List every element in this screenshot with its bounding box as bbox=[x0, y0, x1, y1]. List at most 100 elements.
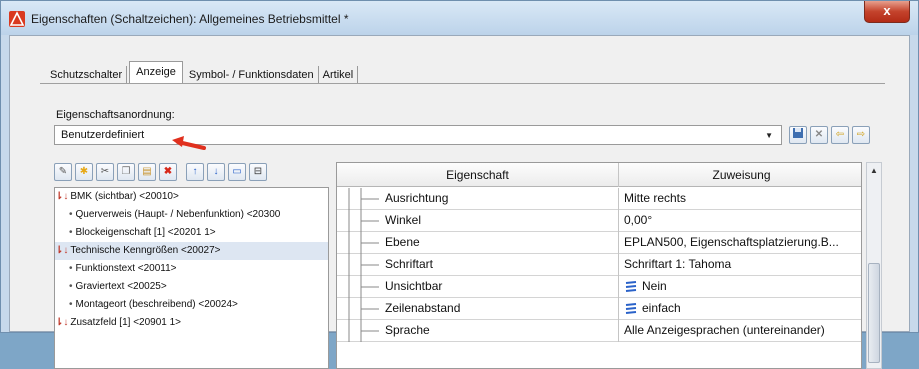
grid-row[interactable]: Unsichtbar Nein bbox=[337, 276, 861, 298]
tree-line-icon bbox=[348, 320, 379, 342]
tree-line-icon bbox=[348, 276, 379, 298]
property-value: Nein bbox=[642, 279, 667, 293]
grid-row[interactable]: Ebene EPLAN500, Eigenschaftsplatzierung.… bbox=[337, 232, 861, 254]
tree-item[interactable]: • Funktionstext <20011> bbox=[55, 260, 328, 278]
property-order-select[interactable]: Benutzerdefiniert ▼ bbox=[54, 125, 782, 145]
property-value[interactable]: 0,00° bbox=[620, 210, 861, 232]
property-tree[interactable]: ⇂↓ BMK (sichtbar) <20010> • Querverweis (H… bbox=[54, 187, 329, 369]
bullet-icon: • bbox=[69, 281, 73, 292]
eplan-app-icon bbox=[9, 11, 25, 27]
arrow-up-icon: ↑ bbox=[192, 166, 198, 177]
tree-item[interactable]: • Querverweis (Haupt- / Nebenfunktion) <2… bbox=[55, 206, 328, 224]
scissors-icon: ✂ bbox=[100, 166, 110, 177]
tree-item[interactable]: ⇂↓ BMK (sichtbar) <20010> bbox=[55, 188, 328, 206]
scroll-thumb[interactable] bbox=[868, 263, 880, 363]
save-icon bbox=[793, 128, 803, 138]
grid-scrollbar[interactable]: ▲ bbox=[866, 162, 882, 369]
import-icon: ⇦ bbox=[835, 129, 845, 140]
copy-button[interactable]: ❐ bbox=[117, 163, 135, 181]
star-icon: ✱ bbox=[79, 166, 89, 177]
bullet-icon: • bbox=[69, 227, 73, 238]
property-name: Schriftart bbox=[385, 257, 434, 271]
property-name: Ausrichtung bbox=[385, 191, 449, 205]
tree-line-icon bbox=[348, 254, 379, 276]
tree-item[interactable]: • Blockeigenschaft [1] <20201 1> bbox=[55, 224, 328, 242]
export-scheme-button[interactable]: ⇨ bbox=[852, 126, 870, 144]
bullet-icon: • bbox=[69, 299, 73, 310]
window-title: Eigenschaften (Schaltzeichen): Allgemein… bbox=[31, 12, 349, 26]
tab-divider bbox=[40, 83, 885, 84]
tree-line-icon bbox=[348, 232, 379, 254]
property-value: einfach bbox=[642, 301, 681, 315]
grid-row[interactable]: Winkel 0,00° bbox=[337, 210, 861, 232]
tree-item[interactable]: • Graviertext <20025> bbox=[55, 278, 328, 296]
tab-symbol-funktionsdaten[interactable]: Symbol- / Funktionsdaten bbox=[185, 66, 319, 84]
copy-icon: ❐ bbox=[121, 166, 131, 177]
format-icon bbox=[625, 280, 637, 292]
title-bar[interactable]: Eigenschaften (Schaltzeichen): Allgemein… bbox=[1, 1, 918, 35]
group-button[interactable]: ▭ bbox=[228, 163, 246, 181]
property-order-label: Eigenschaftsanordnung: bbox=[56, 109, 175, 121]
tree-line-icon bbox=[348, 210, 379, 232]
grid-row[interactable]: Zeilenabstand einfach bbox=[337, 298, 861, 320]
grid-row[interactable]: Schriftart Schriftart 1: Tahoma bbox=[337, 254, 861, 276]
save-scheme-button[interactable] bbox=[789, 126, 807, 144]
annotation-red-arrow-icon bbox=[172, 136, 206, 150]
new-button[interactable]: ✱ bbox=[75, 163, 93, 181]
column-header-property[interactable]: Eigenschaft bbox=[337, 163, 619, 187]
property-value-cell[interactable]: einfach bbox=[620, 298, 861, 320]
delete-icon: ✕ bbox=[814, 129, 824, 140]
tree-line-icon bbox=[348, 188, 379, 210]
property-name: Unsichtbar bbox=[385, 279, 443, 293]
delete-scheme-button[interactable]: ✕ bbox=[810, 126, 828, 144]
property-order-value: Benutzerdefiniert bbox=[61, 129, 145, 141]
arrow-down-icon: ↓ bbox=[213, 166, 219, 177]
delete-red-icon: ✖ bbox=[163, 166, 173, 177]
bullet-icon: • bbox=[69, 263, 73, 274]
property-name: Winkel bbox=[385, 213, 422, 227]
tree-item[interactable]: • Montageort (beschreibend) <20024> bbox=[55, 296, 328, 314]
expand-arrow-icon[interactable]: ⇂↓ bbox=[55, 191, 68, 202]
property-name: Ebene bbox=[385, 235, 420, 249]
tab-schutzschalter[interactable]: Schutzschalter bbox=[46, 66, 128, 84]
grid-row[interactable]: Ausrichtung Mitte rechts bbox=[337, 188, 861, 210]
property-grid[interactable]: Eigenschaft Zuweisung Ausrichtung Mitte … bbox=[336, 162, 862, 369]
bullet-icon: • bbox=[69, 209, 73, 220]
move-down-button[interactable]: ↓ bbox=[207, 163, 225, 181]
tree-line-icon bbox=[348, 298, 379, 320]
edit-button[interactable]: ✎ bbox=[54, 163, 72, 181]
move-up-button[interactable]: ↑ bbox=[186, 163, 204, 181]
tree-item[interactable]: ⇂↓ Zusatzfeld [1] <20901 1> bbox=[55, 314, 328, 332]
tab-artikel[interactable]: Artikel bbox=[319, 66, 359, 84]
ungroup-button[interactable]: ⊟ bbox=[249, 163, 267, 181]
scroll-up-arrow-icon[interactable]: ▲ bbox=[867, 163, 881, 179]
property-value[interactable]: EPLAN500, Eigenschaftsplatzierung.B... bbox=[620, 232, 861, 254]
property-value[interactable]: Alle Anzeigesprachen (untereinander) bbox=[620, 320, 861, 342]
tree-item[interactable]: ⇂↓ Technische Kenngrößen <20027> bbox=[55, 242, 328, 260]
format-icon bbox=[625, 302, 637, 314]
import-scheme-button[interactable]: ⇦ bbox=[831, 126, 849, 144]
paste-icon: ▤ bbox=[142, 166, 152, 177]
grid-header: Eigenschaft Zuweisung bbox=[337, 163, 861, 187]
property-value[interactable]: Mitte rechts bbox=[620, 188, 861, 210]
group-icon: ▭ bbox=[232, 166, 242, 177]
expand-arrow-icon[interactable]: ⇂↓ bbox=[55, 245, 68, 256]
close-button[interactable]: x bbox=[864, 1, 910, 23]
cut-button[interactable]: ✂ bbox=[96, 163, 114, 181]
properties-dialog: Eigenschaften (Schaltzeichen): Allgemein… bbox=[0, 0, 919, 369]
expand-arrow-icon[interactable]: ⇂↓ bbox=[55, 317, 68, 328]
paste-button[interactable]: ▤ bbox=[138, 163, 156, 181]
property-value[interactable]: Schriftart 1: Tahoma bbox=[620, 254, 861, 276]
ungroup-icon: ⊟ bbox=[253, 166, 263, 177]
pencil-icon: ✎ bbox=[58, 166, 68, 177]
property-name: Sprache bbox=[385, 323, 430, 337]
tab-anzeige[interactable]: Anzeige bbox=[129, 61, 183, 84]
tree-toolbar: ✎ ✱ ✂ ❐ ▤ ✖ ↑ ↓ ▭ ⊟ bbox=[54, 163, 267, 185]
grid-row[interactable]: Sprache Alle Anzeigesprachen (untereinan… bbox=[337, 320, 861, 342]
export-icon: ⇨ bbox=[856, 129, 866, 140]
column-header-assignment[interactable]: Zuweisung bbox=[620, 163, 861, 187]
property-value-cell[interactable]: Nein bbox=[620, 276, 861, 298]
dialog-client-area: Schutzschalter Anzeige Symbol- / Funktio… bbox=[9, 35, 910, 369]
dropdown-arrow-icon[interactable]: ▼ bbox=[765, 131, 773, 140]
delete-item-button[interactable]: ✖ bbox=[159, 163, 177, 181]
